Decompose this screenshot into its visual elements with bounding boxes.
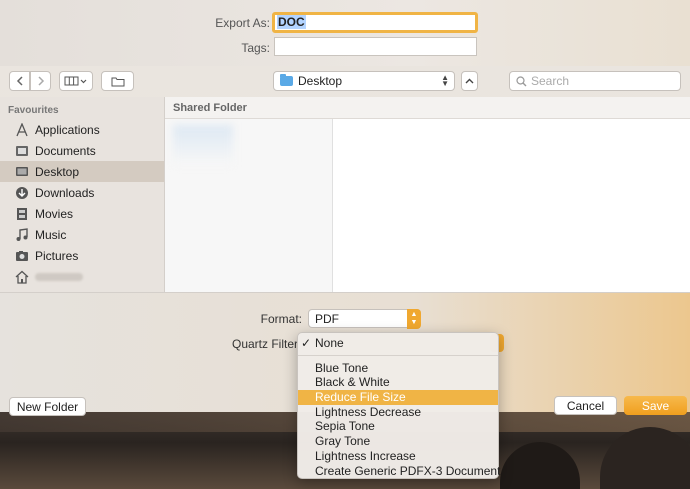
columns-view-icon <box>64 76 87 86</box>
sidebar-item-downloads[interactable]: Downloads <box>0 182 164 203</box>
menu-item-create-pdfx3[interactable]: Create Generic PDFX-3 Document <box>298 464 500 479</box>
sidebar-item-home[interactable] <box>0 266 164 287</box>
chevron-right-icon <box>37 76 44 86</box>
format-popup[interactable]: PDF ▲ ▼ <box>308 309 421 329</box>
search-icon <box>516 75 527 86</box>
sidebar-item-applications[interactable]: Applications <box>0 119 164 140</box>
menu-item-lightness-increase[interactable]: Lightness Increase <box>298 449 498 464</box>
menu-item-none[interactable]: ✓ None <box>298 336 498 351</box>
checkmark-icon: ✓ <box>301 336 312 350</box>
updown-arrows-icon: ▲ ▼ <box>407 309 421 329</box>
back-button[interactable] <box>9 71 30 91</box>
cancel-button[interactable]: Cancel <box>554 396 617 415</box>
forward-button[interactable] <box>30 71 51 91</box>
documents-icon <box>15 144 29 158</box>
sidebar-item-label: Pictures <box>35 248 79 263</box>
export-as-label: Export As: <box>215 16 270 30</box>
column-header: Shared Folder <box>165 97 690 119</box>
sidebar-item-label: Downloads <box>35 185 95 200</box>
toolbar: Desktop ▲ ▼ Search <box>0 66 690 97</box>
sidebar-item-label: Movies <box>35 206 74 221</box>
quartz-filter-menu: ✓ None Blue Tone Black & White Reduce Fi… <box>297 332 500 479</box>
pictures-icon <box>15 249 29 263</box>
menu-item-gray-tone[interactable]: Gray Tone <box>298 434 498 449</box>
search-field[interactable]: Search <box>509 71 681 91</box>
home-icon <box>15 270 29 284</box>
sidebar: Favourites Applications Documents Deskto… <box>0 97 164 292</box>
menu-item-black-white[interactable]: Black & White <box>298 375 498 390</box>
save-button[interactable]: Save <box>624 396 687 415</box>
menu-item-sepia-tone[interactable]: Sepia Tone <box>298 419 498 434</box>
search-placeholder: Search <box>531 74 570 88</box>
downloads-icon <box>15 186 29 200</box>
sidebar-item-pictures[interactable]: Pictures <box>0 245 164 266</box>
quartz-filter-label: Quartz Filter <box>231 337 298 351</box>
sidebar-header: Favourites <box>8 105 59 116</box>
menu-item-blue-tone[interactable]: Blue Tone <box>298 361 498 376</box>
updown-arrows-icon: ▲ ▼ <box>441 73 449 88</box>
desktop-folder-icon <box>280 74 293 86</box>
redacted-content <box>173 125 233 165</box>
file-browser: Shared Folder <box>164 97 690 292</box>
sidebar-item-label: Music <box>35 227 67 242</box>
sidebar-item-desktop[interactable]: Desktop <box>0 161 164 182</box>
sidebar-item-label: Desktop <box>35 164 80 179</box>
desktop-icon <box>15 165 29 179</box>
applications-icon <box>15 122 29 137</box>
export-as-value: DOC <box>277 15 306 29</box>
menu-item-label: None <box>315 336 344 350</box>
menu-item-reduce-file-size[interactable]: Reduce File Size <box>298 390 498 405</box>
format-value: PDF <box>315 312 339 326</box>
chevron-left-icon <box>16 76 23 86</box>
export-as-field[interactable]: DOC <box>272 12 478 33</box>
new-folder-toolbar-button[interactable] <box>101 71 134 91</box>
menu-separator <box>298 354 498 356</box>
chevron-up-icon <box>465 78 474 84</box>
tags-field[interactable] <box>274 37 477 56</box>
tags-label: Tags: <box>241 41 270 55</box>
menu-item-lightness-decrease[interactable]: Lightness Decrease <box>298 405 498 420</box>
format-label: Format: <box>260 312 302 326</box>
location-popup[interactable]: Desktop ▲ ▼ <box>273 71 455 91</box>
sidebar-item-movies[interactable]: Movies <box>0 203 164 224</box>
redacted-username <box>35 272 83 281</box>
location-label: Desktop <box>298 74 343 88</box>
export-header: Export As: DOC Tags: <box>0 0 690 66</box>
sidebar-item-label: Applications <box>35 122 100 137</box>
folder-icon <box>111 77 124 86</box>
file-column[interactable] <box>165 119 333 292</box>
sidebar-item-documents[interactable]: Documents <box>0 140 164 161</box>
view-mode-button[interactable] <box>59 71 93 91</box>
sidebar-item-label: Documents <box>35 143 96 158</box>
sidebar-item-music[interactable]: Music <box>0 224 164 245</box>
new-folder-button[interactable]: New Folder <box>9 397 86 416</box>
expand-collapse-button[interactable] <box>461 71 478 91</box>
music-icon <box>15 227 29 242</box>
movies-icon <box>15 207 29 221</box>
